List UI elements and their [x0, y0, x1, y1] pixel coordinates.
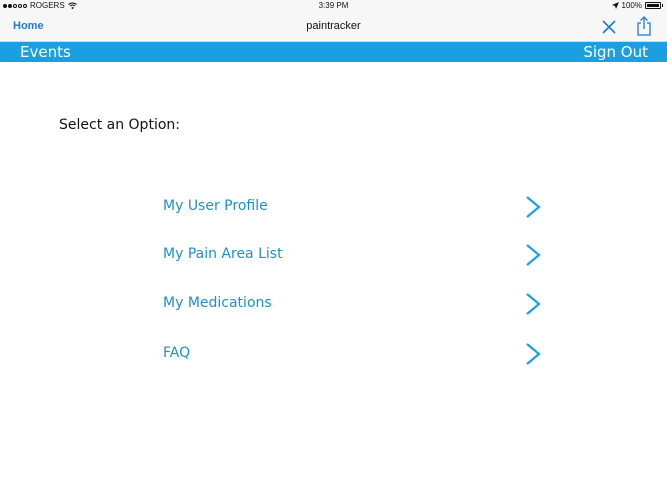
share-icon[interactable]	[636, 16, 652, 36]
menu-item-user-profile[interactable]: My User Profile	[163, 192, 543, 222]
close-icon[interactable]	[601, 19, 617, 35]
location-icon	[611, 2, 619, 9]
app-header: Events Sign Out	[0, 42, 667, 62]
chevron-right-icon	[526, 244, 541, 266]
battery-percent: 100%	[621, 1, 642, 10]
menu-item-label: FAQ	[163, 345, 191, 361]
menu-item-label: My User Profile	[163, 198, 268, 214]
home-button[interactable]: Home	[13, 20, 44, 32]
status-time: 3:39 PM	[318, 1, 349, 10]
status-bar: ROGERS 3:39 PM 100%	[0, 0, 667, 12]
menu-item-faq[interactable]: FAQ	[163, 339, 543, 369]
menu-item-pain-area-list[interactable]: My Pain Area List	[163, 240, 543, 270]
chevron-right-icon	[526, 293, 541, 315]
select-option-heading: Select an Option:	[59, 117, 180, 133]
chevron-right-icon	[526, 343, 541, 365]
menu-item-medications[interactable]: My Medications	[163, 289, 543, 319]
menu-item-label: My Pain Area List	[163, 246, 283, 262]
battery-tip	[662, 4, 663, 7]
sign-out-link[interactable]: Sign Out	[583, 42, 648, 62]
page-title: paintracker	[306, 20, 361, 32]
menu-item-label: My Medications	[163, 295, 272, 311]
battery-icon	[645, 2, 661, 9]
events-link[interactable]: Events	[20, 42, 71, 62]
browser-nav-bar: Home paintracker	[0, 12, 667, 42]
chevron-right-icon	[526, 196, 541, 218]
status-right: 100%	[611, 1, 663, 10]
